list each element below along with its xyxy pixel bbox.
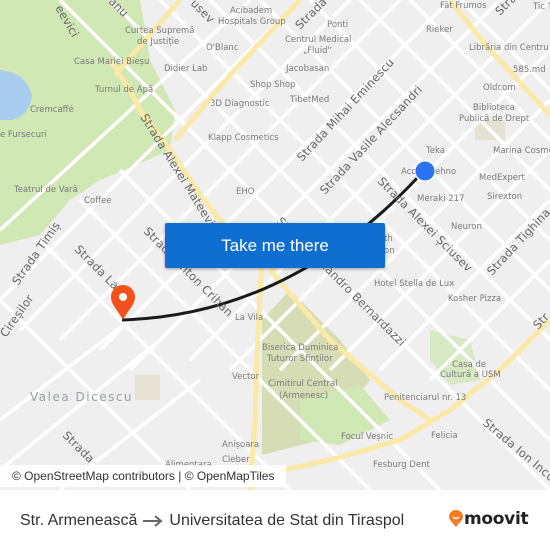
poi-label: 3D Diagnostic [210, 99, 270, 109]
poi-label: Jacobasan [285, 64, 329, 74]
poi-label: Tuturor Sfinților [266, 354, 333, 364]
street-label: Str [530, 310, 550, 332]
map-attribution: © OpenStreetMap contributors | © OpenMap… [0, 465, 287, 487]
poi-label: Anișoara [222, 440, 259, 450]
poi-label: (Armenesc) [279, 391, 328, 401]
poi-label: Rieker [426, 25, 453, 35]
poi-label: Biserica Duminica [262, 343, 339, 353]
poi-label: Felicia [431, 431, 458, 441]
poi-label: Acc [401, 167, 416, 177]
poi-label: Tic T [532, 2, 550, 12]
poi-label: Fesburg Dent [373, 460, 430, 470]
poi-label: Didier Lab [164, 64, 207, 74]
poi-label: on [384, 246, 395, 256]
arrow-right-icon [143, 515, 163, 527]
poi-label: Cleber [222, 455, 250, 465]
poi-label: Centrul Medical [285, 35, 351, 45]
poi-label: Klapp Cosmetics [208, 133, 279, 143]
take-me-there-button[interactable]: Take me there [165, 223, 385, 268]
destination-name: Universitatea de Stat din Tiraspol [169, 512, 405, 529]
poi-label: Ponti [327, 20, 348, 30]
poi-label: „Fluid" [303, 46, 331, 56]
poi-label: O'Blanc [206, 43, 239, 53]
poi-label: Hospitals Group [218, 17, 286, 27]
moovit-logo[interactable]: moovit [449, 509, 529, 529]
street-label: Strada [60, 428, 98, 466]
poi-label: de Justiție [137, 37, 179, 47]
poi-label: Sirexton [487, 192, 522, 202]
street-label: Strada Tighina [484, 205, 550, 278]
poi-label: Hotel Stella de Lux [374, 279, 454, 289]
footer-bar: Str. Armenească Universitatea de Stat di… [0, 490, 550, 550]
poi-label: Făt Frumos [440, 1, 487, 11]
poi-label: EHO [236, 187, 255, 197]
poi-label: Teka [425, 146, 445, 156]
poi-label: Biblioteca [473, 103, 515, 113]
destination-marker[interactable] [414, 160, 436, 182]
poi-label: Casa Mariei Bieșu [74, 57, 149, 67]
poi-label: Turnul de Apă [94, 85, 153, 95]
poi-label: Casa de [452, 360, 486, 370]
street-label: Strada [492, 0, 530, 18]
poi-label: Marina Cosme [493, 146, 550, 156]
map-view[interactable]: eevici anu usev Strada Strada Strada Ale… [0, 0, 550, 490]
poi-label: La Vila [235, 313, 263, 323]
poi-label: TibetMed [289, 95, 329, 105]
poi-label: Acibadem [230, 6, 272, 16]
building-block [135, 375, 160, 400]
poi-label: Shop Shop [250, 80, 295, 90]
street-label: Strada La [72, 242, 122, 292]
moovit-wordmark: moovit [464, 509, 529, 529]
poi-label: Publică de Drept [459, 114, 530, 124]
poi-label: Penitenciarul nr. 13 [384, 393, 466, 403]
poi-label: Vector [232, 372, 260, 382]
poi-label: Cimitirul Central [268, 379, 338, 389]
poi-label: e Fursecuri [0, 130, 47, 140]
poi-label: Focul Veșnic [341, 432, 393, 442]
poi-label: Librăria din Centru [469, 43, 549, 53]
poi-label: 585.md [513, 65, 546, 75]
poi-label: Neuron [451, 222, 482, 232]
poi-label: ehno [435, 167, 456, 177]
moovit-pin-icon [449, 510, 463, 527]
poi-label: Meraki 217 [417, 194, 464, 204]
poi-label: Coffee [84, 196, 111, 206]
poi-label: MedExpert [479, 173, 525, 183]
poi-label: Cremcaffé [30, 104, 74, 115]
poi-label: Teatrul de Vară [13, 185, 78, 195]
poi-label: Kosher Pizza [448, 294, 501, 304]
poi-label: th [384, 234, 393, 244]
route-summary: Str. Armenească Universitatea de Stat di… [20, 510, 404, 532]
district-label: Valea Dicescu [30, 390, 133, 404]
poi-label: Oldcom [483, 83, 516, 93]
poi-label: Curtea Supremă [125, 26, 195, 36]
poi-label: Cultură a USM [440, 370, 501, 380]
origin-name: Str. Armenească [20, 512, 138, 529]
